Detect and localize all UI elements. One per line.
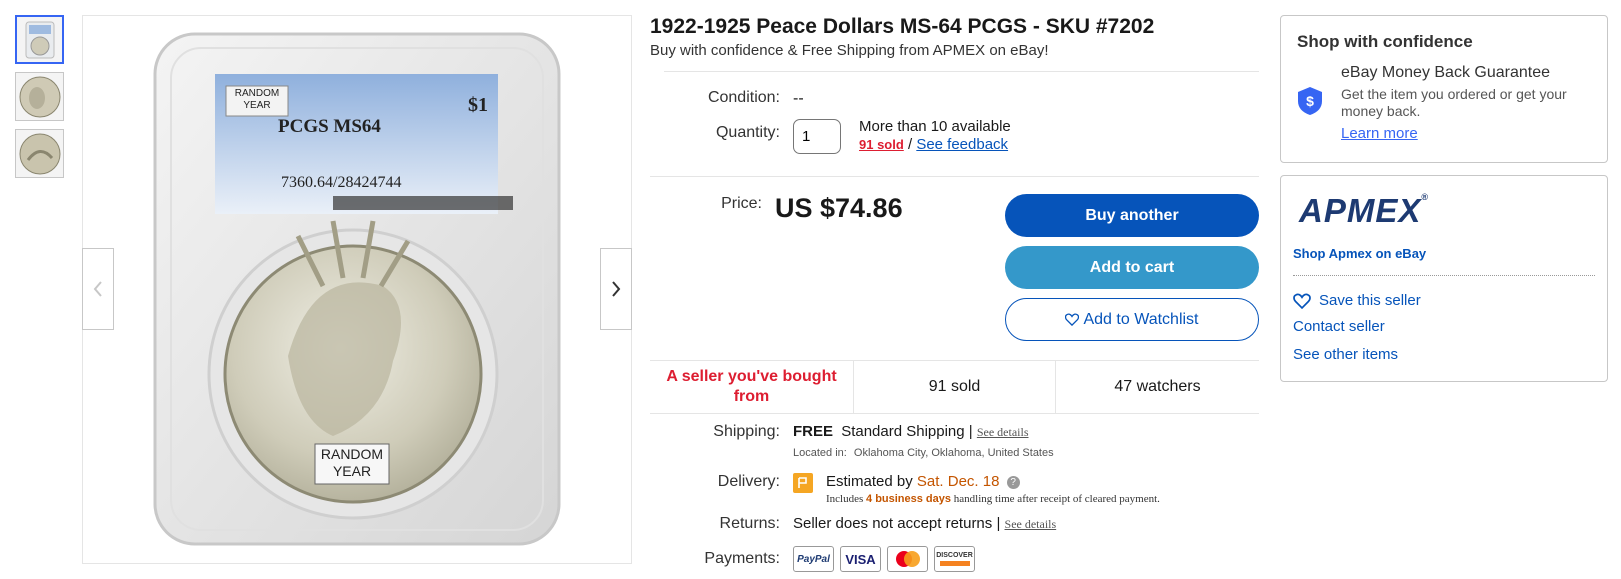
add-to-cart-button[interactable]: Add to cart — [1005, 246, 1259, 289]
condition-label: Condition: — [707, 89, 780, 106]
handling-includes: Includes — [826, 493, 864, 505]
heart-icon — [1065, 313, 1080, 326]
quantity-divider — [650, 176, 1259, 177]
slab-grade-label: PCGS MS64 — [278, 116, 381, 137]
location-label: Located in: — [793, 447, 847, 459]
help-icon[interactable]: ? — [1006, 475, 1020, 489]
delivery-flag-icon — [793, 473, 813, 493]
price-value: US $74.86 — [775, 193, 903, 223]
shipping-label: Shipping: — [713, 423, 780, 440]
availability-text: More than 10 available — [859, 118, 1011, 135]
handling-text: handling time after receipt of cleared p… — [953, 493, 1160, 505]
price-label: Price: — [721, 195, 762, 212]
returns-details-link[interactable]: See details — [1005, 517, 1057, 531]
stats-bottom-divider — [650, 413, 1259, 414]
quantity-input[interactable] — [793, 119, 841, 154]
coin-reverse-thumbnail-icon — [19, 133, 60, 174]
confidence-panel: Shop with confidence $ eBay Money Back G… — [1280, 15, 1608, 163]
paypal-icon: PayPal — [793, 546, 834, 572]
add-to-watchlist-button[interactable]: Add to Watchlist — [1005, 298, 1259, 341]
business-days: 4 business days — [866, 493, 952, 505]
apmex-logo[interactable]: APMEX® — [1299, 192, 1429, 230]
learn-more-link[interactable]: Learn more — [1341, 125, 1418, 142]
next-image-button[interactable] — [600, 248, 632, 330]
see-other-items-link[interactable]: See other items — [1293, 346, 1398, 363]
save-seller-button[interactable]: Save this seller — [1293, 292, 1421, 309]
returns-label: Returns: — [719, 515, 780, 532]
sold-feedback-separator: / — [907, 136, 913, 153]
buy-another-button[interactable]: Buy another — [1005, 194, 1259, 237]
shield-dollar-icon: $ — [1298, 87, 1322, 115]
delivery-label: Delivery: — [717, 473, 780, 490]
returns-value: Seller does not accept returns | — [793, 515, 1001, 532]
payments-label: Payments: — [704, 550, 780, 567]
quantity-label: Quantity: — [715, 124, 780, 141]
listing-subtitle: Buy with confidence & Free Shipping from… — [650, 42, 1049, 59]
visa-icon: VISA — [840, 546, 881, 572]
contact-seller-link[interactable]: Contact seller — [1293, 318, 1385, 335]
save-seller-label: Save this seller — [1319, 292, 1421, 309]
sold-count-link[interactable]: 91 sold — [859, 137, 904, 152]
slab-denomination-label: $1 — [468, 94, 488, 116]
delivery-date: Sat. Dec. 18 — [916, 473, 1000, 490]
sold-count-stat: 91 sold — [854, 361, 1056, 413]
confidence-heading: Shop with confidence — [1297, 32, 1473, 51]
previous-image-button[interactable] — [82, 248, 114, 330]
coin-obverse-thumbnail-icon — [19, 76, 60, 117]
discover-label: DISCOVER — [936, 552, 973, 559]
thumbnail-reverse[interactable] — [15, 129, 64, 178]
estimated-prefix: Estimated by — [826, 473, 913, 490]
thumbnail-slab[interactable] — [15, 15, 64, 64]
svg-text:$: $ — [1306, 93, 1314, 109]
mastercard-icon — [887, 546, 928, 572]
slab-thumbnail-icon — [25, 21, 54, 58]
title-divider — [664, 71, 1259, 72]
apmex-logo-text: APMEX — [1299, 192, 1422, 229]
seller-divider — [1293, 275, 1595, 276]
shipping-details-link[interactable]: See details — [977, 425, 1029, 439]
slab-random-year-label: RANDOM YEAR — [234, 88, 280, 111]
guarantee-title: eBay Money Back Guarantee — [1341, 64, 1551, 81]
see-feedback-link[interactable]: See feedback — [916, 136, 1008, 153]
chevron-left-icon — [93, 281, 102, 297]
main-product-image[interactable]: RANDOM YEAR PCGS MS64 $1 7360.64/2842474… — [82, 15, 632, 564]
shipping-free-text: FREE — [793, 423, 834, 440]
shop-apmex-link[interactable]: Shop Apmex on eBay — [1293, 246, 1426, 261]
slab-cert-number: 7360.64/28424744 — [281, 174, 402, 191]
pcgs-slab-image — [153, 32, 561, 546]
guarantee-text: Get the item you ordered or get your mon… — [1341, 86, 1567, 119]
add-to-watchlist-label: Add to Watchlist — [1083, 310, 1199, 328]
heart-outline-icon — [1293, 293, 1311, 309]
previous-seller-note: A seller you've bought from — [650, 361, 854, 413]
coin-random-year-overlay: RANDOM YEAR — [320, 446, 384, 479]
thumbnail-obverse[interactable] — [15, 72, 64, 121]
listing-title: 1922-1925 Peace Dollars MS-64 PCGS - SKU… — [650, 15, 1155, 38]
seller-panel: APMEX® Shop Apmex on eBay Save this sell… — [1280, 175, 1608, 382]
chevron-right-icon — [612, 281, 621, 297]
shipping-method: Standard Shipping | — [841, 423, 973, 440]
condition-value: -- — [793, 90, 804, 107]
location-value: Oklahoma City, Oklahoma, United States — [853, 447, 1054, 459]
watchers-count-stat: 47 watchers — [1114, 378, 1201, 395]
discover-icon: DISCOVER — [934, 546, 975, 572]
